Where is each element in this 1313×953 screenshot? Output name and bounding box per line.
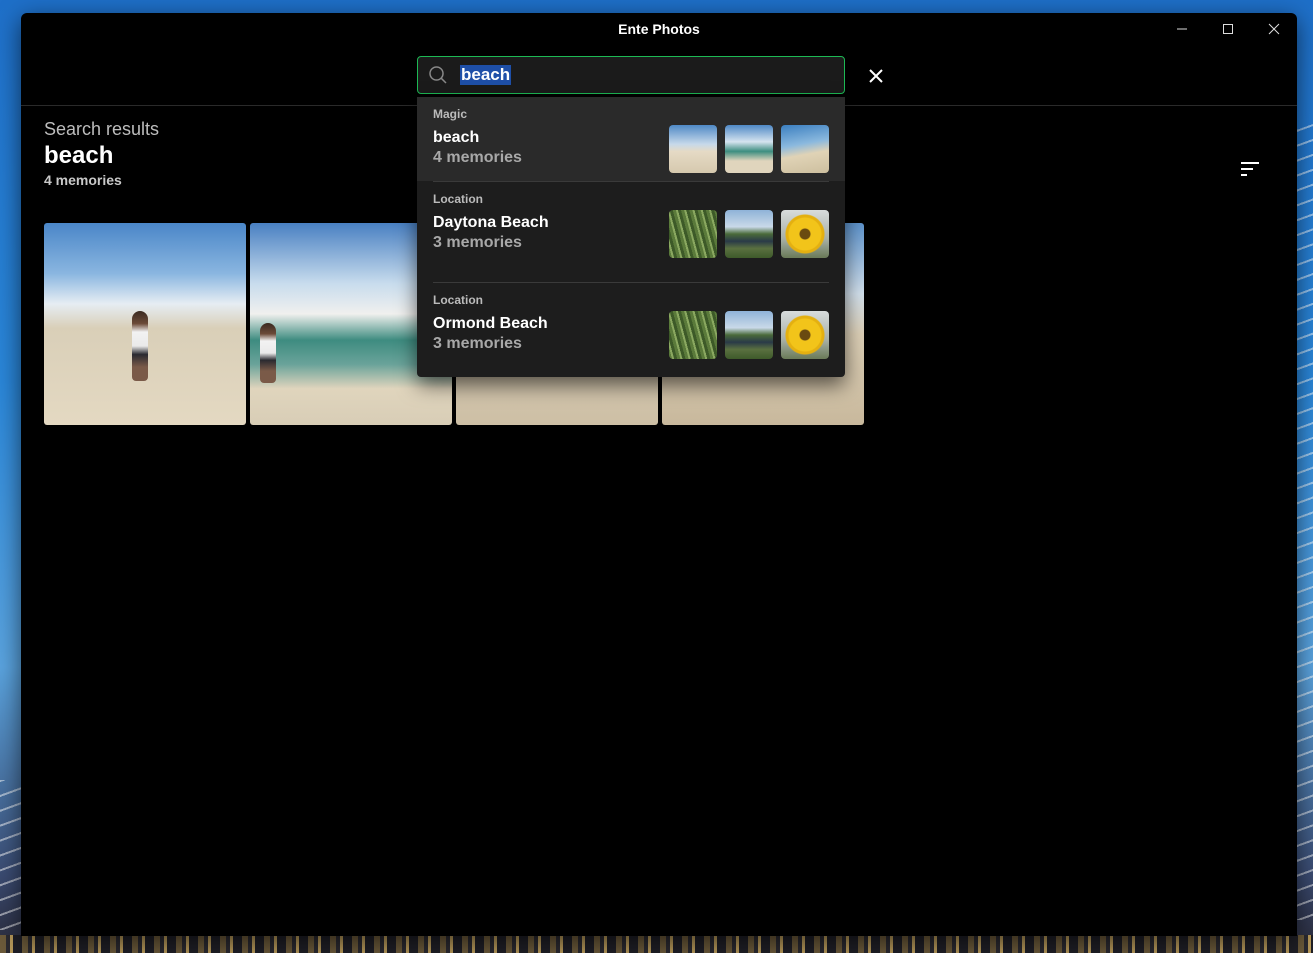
search-input[interactable]: beach (417, 56, 845, 94)
suggestion-thumbnails (669, 210, 829, 258)
suggestion-type: Magic (433, 107, 468, 121)
lagoon-photo (725, 125, 773, 173)
search-icon (429, 66, 447, 84)
beach-photo (669, 125, 717, 173)
person-figure (132, 311, 148, 381)
maximize-icon (1223, 24, 1233, 34)
maximize-button[interactable] (1205, 13, 1251, 45)
suggestion-type: Location (433, 192, 483, 206)
title-bar[interactable]: Ente Photos (21, 13, 1297, 45)
search-suggestions: Magic beach 4 memories Location Daytona … (417, 97, 845, 377)
suggestion-location-daytona[interactable]: Location Daytona Beach 3 memories (417, 182, 845, 282)
sunflower-photo (781, 311, 829, 359)
suggestion-thumbnails (669, 311, 829, 359)
window-controls (1159, 13, 1297, 45)
sunflower-photo (781, 210, 829, 258)
sort-icon (1241, 162, 1259, 176)
grass-photo (669, 311, 717, 359)
sort-button[interactable] (1238, 159, 1262, 179)
suggestion-location-ormond[interactable]: Location Ormond Beach 3 memories (417, 283, 845, 377)
close-search-button[interactable] (864, 64, 888, 88)
results-title: beach (44, 142, 114, 169)
results-count: 4 memories (44, 172, 122, 188)
river-photo (725, 311, 773, 359)
window-close-button[interactable] (1251, 13, 1297, 45)
minimize-button[interactable] (1159, 13, 1205, 45)
results-caption: Search results (44, 119, 160, 139)
person-figure (260, 323, 276, 383)
minimize-icon (1177, 28, 1187, 30)
photo-thumbnail[interactable] (44, 223, 246, 425)
window-title: Ente Photos (618, 21, 700, 37)
results-header: Search results beach 4 memories (44, 119, 159, 188)
suggestion-thumbnails (669, 125, 829, 173)
window-close-icon (1268, 23, 1280, 35)
app-window: Ente Photos beach Search results beach 4… (21, 13, 1297, 936)
close-icon (869, 69, 883, 83)
wallpaper-decoration-left (0, 780, 22, 930)
suggestion-magic-beach[interactable]: Magic beach 4 memories (417, 97, 845, 181)
river-photo (725, 210, 773, 258)
grass-photo (669, 210, 717, 258)
wallpaper-cityscape (0, 935, 1313, 953)
shore-photo (781, 125, 829, 173)
search-query-text: beach (460, 65, 512, 85)
suggestion-type: Location (433, 293, 483, 307)
